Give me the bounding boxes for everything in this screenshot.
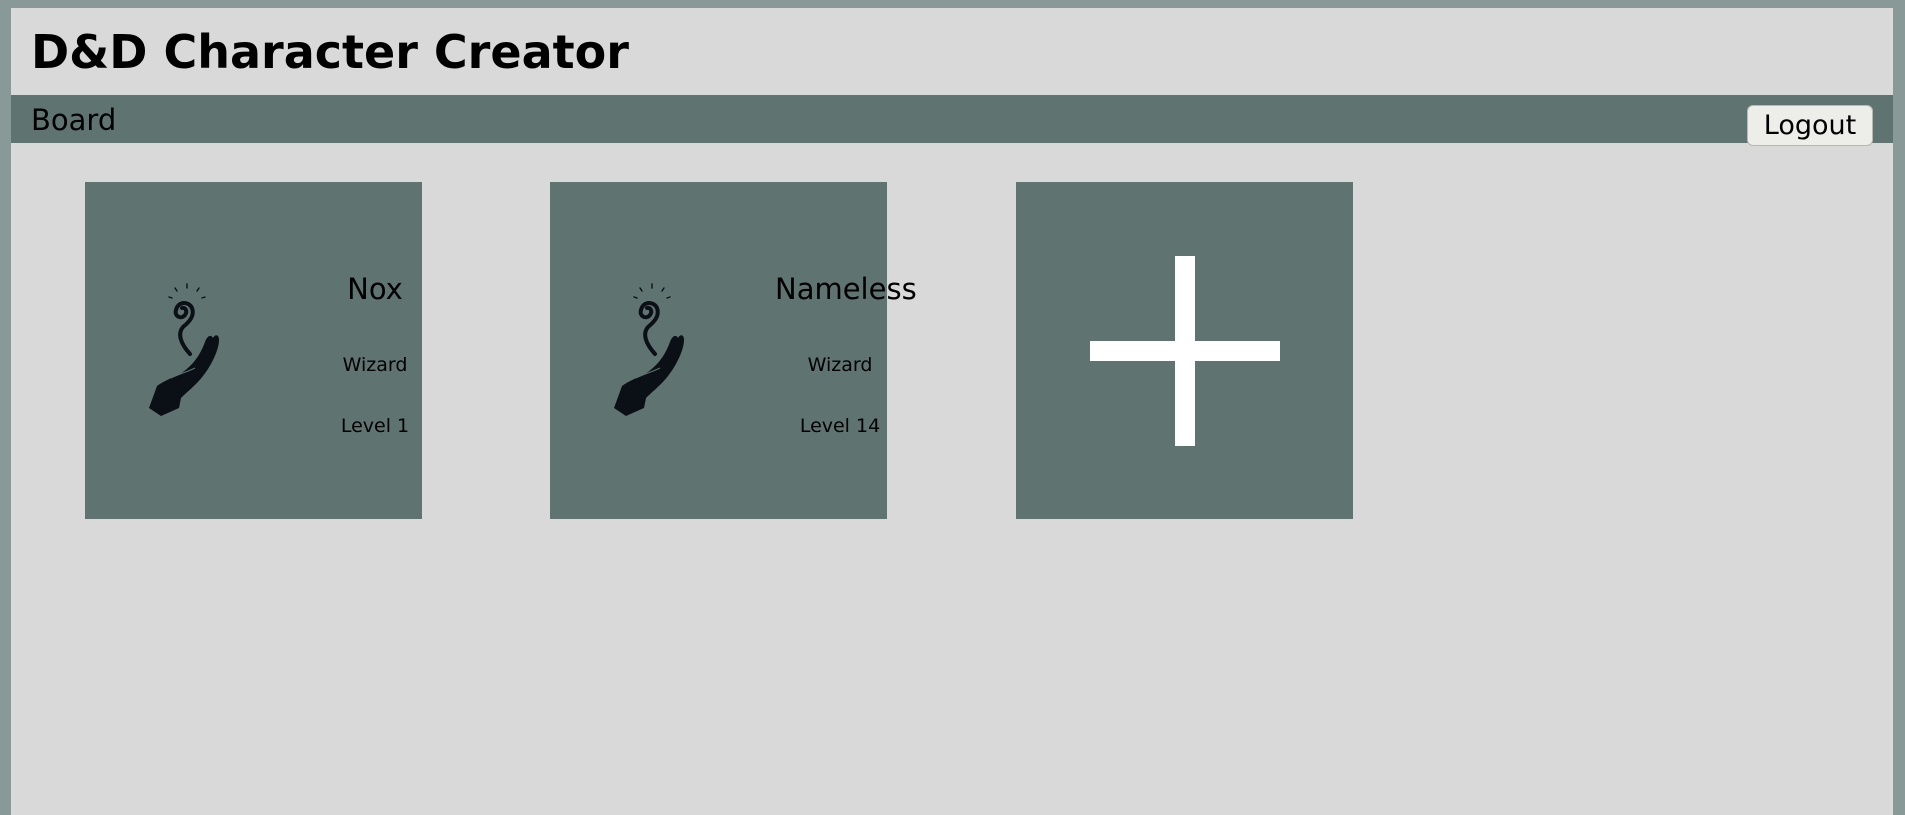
wizard-hand-icon	[614, 283, 684, 416]
wizard-hand-icon	[149, 283, 219, 416]
character-level: Level 14	[799, 415, 881, 437]
character-name: Nameless	[775, 272, 917, 306]
character-class: Wizard	[807, 354, 873, 376]
character-level: Level 1	[340, 415, 410, 437]
character-board: Nox Wizard Level 1 Nameless Wizard Level…	[11, 143, 1893, 815]
character-card[interactable]: Nox Wizard Level 1	[85, 182, 422, 519]
app-title: D&D Character Creator	[31, 25, 629, 79]
add-character-card[interactable]	[1016, 182, 1353, 519]
logout-button[interactable]: Logout	[1747, 105, 1873, 146]
character-card[interactable]: Nameless Wizard Level 14	[550, 182, 917, 519]
character-info: Nox Wizard Level 1	[310, 182, 440, 519]
character-info: Nameless Wizard Level 14	[775, 182, 917, 519]
header: D&D Character Creator	[11, 8, 1893, 95]
app-window: D&D Character Creator Board Logout Nox W…	[11, 8, 1893, 815]
nav-board-link[interactable]: Board	[31, 103, 116, 137]
navbar: Board Logout	[11, 95, 1893, 146]
plus-icon-horizontal-bar	[1090, 341, 1280, 361]
character-name: Nox	[347, 272, 403, 306]
character-class: Wizard	[342, 354, 408, 376]
